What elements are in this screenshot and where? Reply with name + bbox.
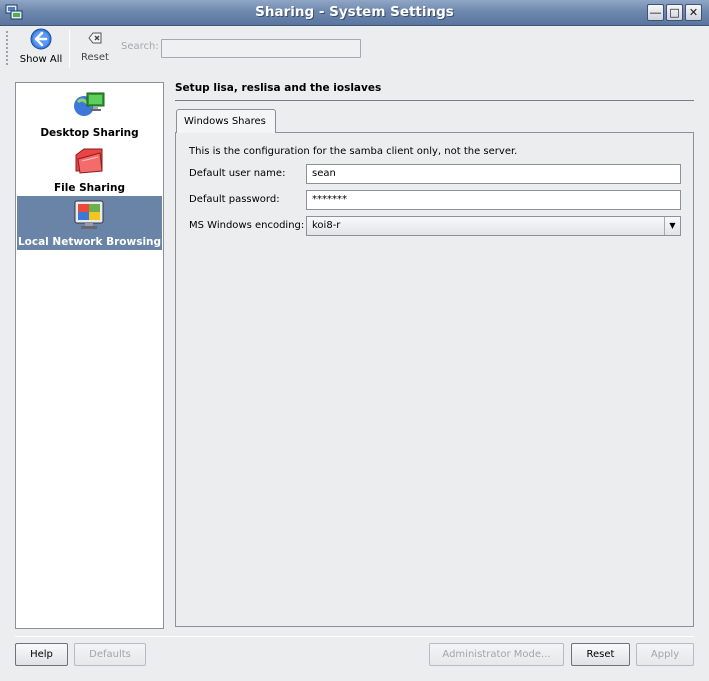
password-label: Default password: (189, 194, 280, 205)
encoding-label: MS Windows encoding: (189, 220, 305, 231)
chevron-down-icon[interactable]: ▼ (664, 217, 680, 235)
show-all-label: Show All (19, 54, 63, 65)
toolbar: Show All Reset Search: (0, 26, 709, 71)
search-label: Search: (121, 41, 159, 52)
window-title: Sharing - System Settings (255, 4, 454, 20)
user-name-label: Default user name: (189, 168, 286, 179)
sidebar-item-file-sharing[interactable]: File Sharing (17, 142, 162, 196)
sidebar-item-label: Desktop Sharing (40, 127, 139, 139)
maximize-icon: □ (669, 6, 680, 19)
minimize-icon: ― (650, 6, 661, 19)
reset-button[interactable]: Reset (571, 643, 630, 666)
sidebar-item-desktop-sharing[interactable]: Desktop Sharing (17, 87, 162, 141)
toolbar-reset-label: Reset (81, 52, 109, 63)
user-name-field[interactable]: sean (306, 164, 681, 184)
close-icon: ✕ (688, 6, 699, 19)
defaults-button[interactable]: Defaults (74, 643, 146, 666)
show-all-button[interactable]: Show All (16, 28, 66, 65)
close-button[interactable]: ✕ (685, 4, 702, 21)
password-field[interactable]: ******* (306, 190, 681, 210)
config-note: This is the configuration for the samba … (189, 146, 518, 157)
sidebar: Desktop Sharing File Sharing Local Netwo… (15, 82, 164, 629)
sidebar-item-label: Local Network Browsing (17, 236, 162, 248)
help-button[interactable]: Help (15, 643, 68, 666)
title-divider (175, 100, 694, 101)
apply-button[interactable]: Apply (636, 643, 694, 666)
minimize-button[interactable]: ― (647, 4, 664, 21)
clear-icon (88, 32, 102, 44)
sidebar-item-label: File Sharing (53, 182, 126, 194)
maximize-button[interactable]: □ (666, 4, 683, 21)
tab-label: Windows Shares (184, 116, 266, 127)
folder-icon (75, 148, 103, 174)
tab-windows-shares[interactable]: Windows Shares (176, 109, 276, 133)
administrator-mode-button[interactable]: Administrator Mode... (429, 643, 564, 666)
bottom-divider (15, 636, 694, 637)
sidebar-item-local-network-browsing[interactable]: Local Network Browsing (17, 196, 162, 250)
toolbar-reset-button[interactable]: Reset (75, 28, 115, 63)
toolbar-grip[interactable] (5, 30, 9, 66)
back-arrow-icon (30, 28, 52, 50)
page-title: Setup lisa, reslisa and the ioslaves (175, 82, 382, 94)
title-bar[interactable]: Sharing - System Settings ― □ ✕ (0, 0, 709, 26)
toolbar-separator (69, 30, 70, 68)
encoding-value: koi8-r (312, 220, 341, 231)
encoding-select[interactable]: koi8-r ▼ (306, 216, 681, 236)
network-monitor-icon (74, 200, 104, 229)
search-input[interactable] (161, 39, 361, 58)
desktop-sharing-icon (74, 92, 105, 116)
